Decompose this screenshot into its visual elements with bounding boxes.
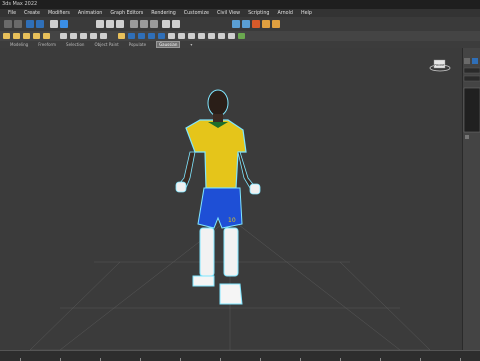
torus-icon [158,33,165,39]
motion-icon [80,33,87,39]
light-icon [13,33,20,39]
menu-modifiers[interactable]: Modifiers [48,11,70,16]
tab-object-paint[interactable]: Object Paint [94,42,118,47]
menu-rendering[interactable]: Rendering [151,11,176,16]
menu-arnold[interactable]: Arnold [277,11,293,16]
ribbon-tabs: Modeling Freeform Selection Object Paint… [0,41,480,48]
create-tab-icon [464,58,470,64]
hedra-icon [228,33,235,39]
cylinder-icon [148,33,155,39]
main-toolbar: View Create Selection Se Workspaces: Alt… [0,17,480,44]
timeline-bar[interactable] [0,350,480,361]
tab-gaussian[interactable]: Gaussian [156,41,181,48]
menu-animation[interactable]: Animation [78,11,102,16]
menu-customize[interactable]: Customize [184,11,209,16]
tab-populate[interactable]: Populate [129,42,146,47]
modify-tab-icon [472,58,478,64]
text-icon [218,33,225,39]
scale-icon[interactable] [116,20,124,28]
curve-editor-icon[interactable] [232,20,240,28]
tab-freeform[interactable]: Freeform [38,42,56,47]
move-icon[interactable] [96,20,104,28]
title-bar: 3ds Max 2022 [0,0,480,9]
teapot-icon [118,33,125,39]
shape-icon [3,33,10,39]
display-icon [90,33,97,39]
angle-snap-icon[interactable] [140,20,148,28]
material-editor-icon[interactable] [252,20,260,28]
tube-icon [198,33,205,39]
plane-icon [168,33,175,39]
camera-icon [23,33,30,39]
undo-icon[interactable] [4,20,12,28]
modifier-stack [463,87,480,133]
unlink-icon[interactable] [36,20,44,28]
hierarchy-icon [70,33,77,39]
render-setup-icon[interactable] [262,20,270,28]
utilities-icon [100,33,107,39]
secondary-toolbar-icons [3,33,245,39]
rotate-icon[interactable] [106,20,114,28]
render-icon[interactable] [272,20,280,28]
stack-pin-icon [465,135,469,139]
redo-icon[interactable] [14,20,22,28]
cone-icon [178,33,185,39]
menu-civil-view[interactable]: Civil View [217,11,240,16]
perspective-viewport[interactable]: FRONT 10 [0,48,462,350]
mirror-icon[interactable] [162,20,170,28]
menu-file[interactable]: File [8,11,16,16]
capsule-icon [238,33,245,39]
box-icon [138,33,145,39]
ribbon-toggle-button[interactable]: ▾ [190,42,192,47]
tab-modeling[interactable]: Modeling [10,42,28,47]
menu-scripting[interactable]: Scripting [248,11,269,16]
modifier-list-dropdown [463,75,480,82]
geosphere-icon [188,33,195,39]
tab-selection[interactable]: Selection [66,42,84,47]
command-panel [462,48,480,350]
object-name-field [463,67,480,74]
menu-graph-editors[interactable]: Graph Editors [110,11,143,16]
select-region-icon[interactable] [60,20,68,28]
helper-icon [33,33,40,39]
secondary-toolbar [0,31,480,41]
app-title: 3ds Max 2022 [2,1,38,7]
svg-text:10: 10 [228,217,236,224]
align-icon[interactable] [172,20,180,28]
menu-bar: File Create Modifiers Animation Graph Ed… [0,9,480,17]
select-link-icon[interactable] [26,20,34,28]
command-panel-tabs [463,58,480,139]
schematic-view-icon[interactable] [242,20,250,28]
pyramid-icon [208,33,215,39]
snap-icon[interactable] [130,20,138,28]
space-warp-icon [43,33,50,39]
viewcube-label: FRONT [434,63,444,67]
system-icon [60,33,67,39]
menu-help[interactable]: Help [301,11,312,16]
select-object-icon[interactable] [50,20,58,28]
percent-snap-icon[interactable] [150,20,158,28]
menu-create[interactable]: Create [24,11,40,16]
sphere-icon [128,33,135,39]
